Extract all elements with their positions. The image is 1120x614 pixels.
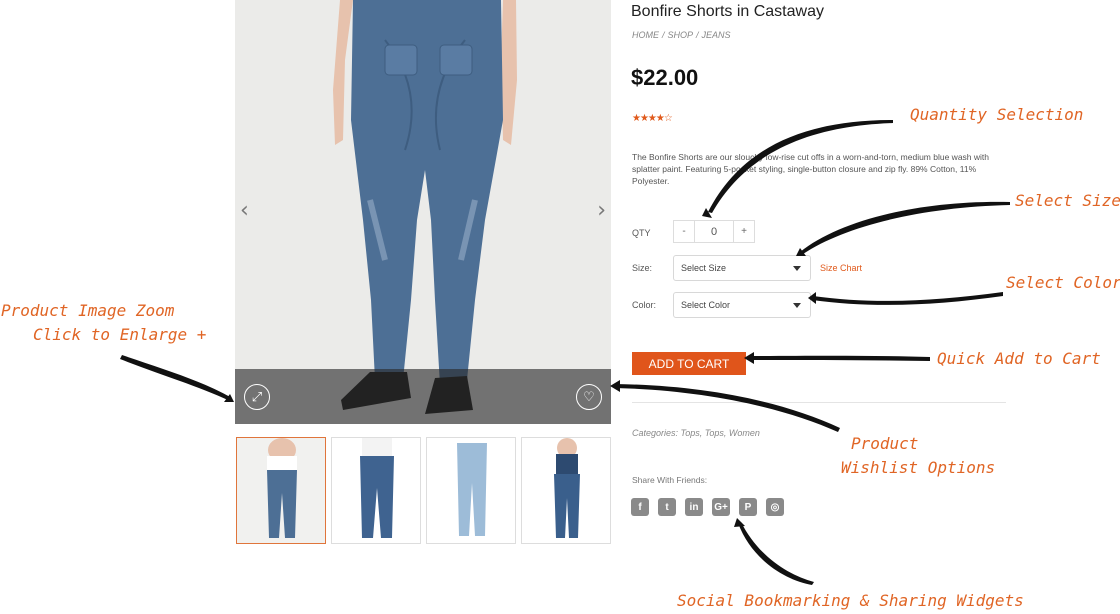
wishlist-heart-icon[interactable]: ♡ [576, 384, 602, 410]
color-select[interactable]: Select Color [673, 292, 811, 318]
qty-input[interactable]: 0 [694, 221, 734, 242]
size-chart-link[interactable]: Size Chart [820, 263, 862, 273]
thumbnail-strip [236, 437, 611, 544]
product-categories: Categories: Tops, Tops, Women [632, 428, 760, 438]
size-label: Size: [632, 263, 653, 273]
chevron-down-icon [793, 266, 801, 271]
rating-stars: ★★★★☆ [632, 113, 673, 124]
chevron-down-icon [793, 303, 801, 308]
callout-social-sharing: Social Bookmarking & Sharing Widgets [677, 591, 1024, 610]
image-overlay-bar: ⤢ ♡ [235, 369, 611, 424]
callout-zoom-line2: Click to Enlarge + [33, 325, 207, 344]
thumbnail-jeans-image [237, 438, 325, 543]
product-description: The Bonfire Shorts are our slouchy low-r… [632, 152, 990, 186]
product-price: $22.00 [631, 65, 699, 90]
callout-color: Select Color [1006, 273, 1120, 292]
breadcrumb-home[interactable]: HOME [632, 30, 659, 40]
breadcrumb: HOME / SHOP / JEANS [632, 30, 734, 40]
google-plus-icon[interactable]: G+ [712, 498, 730, 516]
breadcrumb-separator: / [662, 30, 665, 40]
jeans-photo [333, 0, 517, 414]
size-select-value: Select Size [681, 263, 727, 273]
thumbnail-1[interactable] [236, 437, 326, 544]
thumbnail-jeans-image [332, 438, 420, 543]
callout-wishlist-line1: Product [851, 434, 919, 453]
callout-zoom-line1: Product Image Zoom [1, 301, 175, 320]
breadcrumb-separator: / [696, 30, 699, 40]
thumbnail-3[interactable] [426, 437, 516, 544]
product-main-image[interactable]: ‹ › ⤢ ♡ [235, 0, 611, 424]
add-to-cart-button[interactable]: ADD TO CART [632, 352, 746, 375]
product-title: Bonfire Shorts in Castaway [631, 3, 824, 20]
breadcrumb-shop[interactable]: SHOP [668, 30, 694, 40]
pinterest-icon[interactable]: P [739, 498, 757, 516]
previous-image-arrow[interactable]: ‹ [240, 198, 249, 223]
thumbnail-4[interactable] [521, 437, 611, 544]
callout-add-to-cart: Quick Add to Cart [937, 349, 1101, 368]
color-select-value: Select Color [681, 300, 731, 310]
qty-increase-button[interactable]: + [734, 221, 754, 242]
callout-quantity: Quantity Selection [910, 105, 1084, 124]
zoom-icon[interactable]: ⤢ [244, 384, 270, 410]
share-label: Share With Friends: [632, 475, 708, 485]
size-select[interactable]: Select Size [673, 255, 811, 281]
callout-wishlist-line2: Wishlist Options [841, 458, 996, 477]
next-image-arrow[interactable]: › [597, 198, 606, 223]
qty-decrease-button[interactable]: - [674, 221, 694, 242]
instagram-icon[interactable]: ◎ [766, 498, 784, 516]
quantity-stepper[interactable]: - 0 + [673, 220, 755, 243]
social-share-icons: f t in G+ P ◎ [631, 498, 784, 516]
breadcrumb-jeans[interactable]: JEANS [702, 30, 731, 40]
callout-size: Select Size [1015, 191, 1120, 210]
facebook-icon[interactable]: f [631, 498, 649, 516]
thumbnail-2[interactable] [331, 437, 421, 544]
qty-label: QTY [632, 228, 651, 238]
thumbnail-jeans-image [427, 438, 515, 543]
twitter-icon[interactable]: t [658, 498, 676, 516]
divider [632, 402, 1006, 403]
thumbnail-jeans-image [522, 438, 610, 543]
linkedin-icon[interactable]: in [685, 498, 703, 516]
color-label: Color: [632, 300, 657, 310]
